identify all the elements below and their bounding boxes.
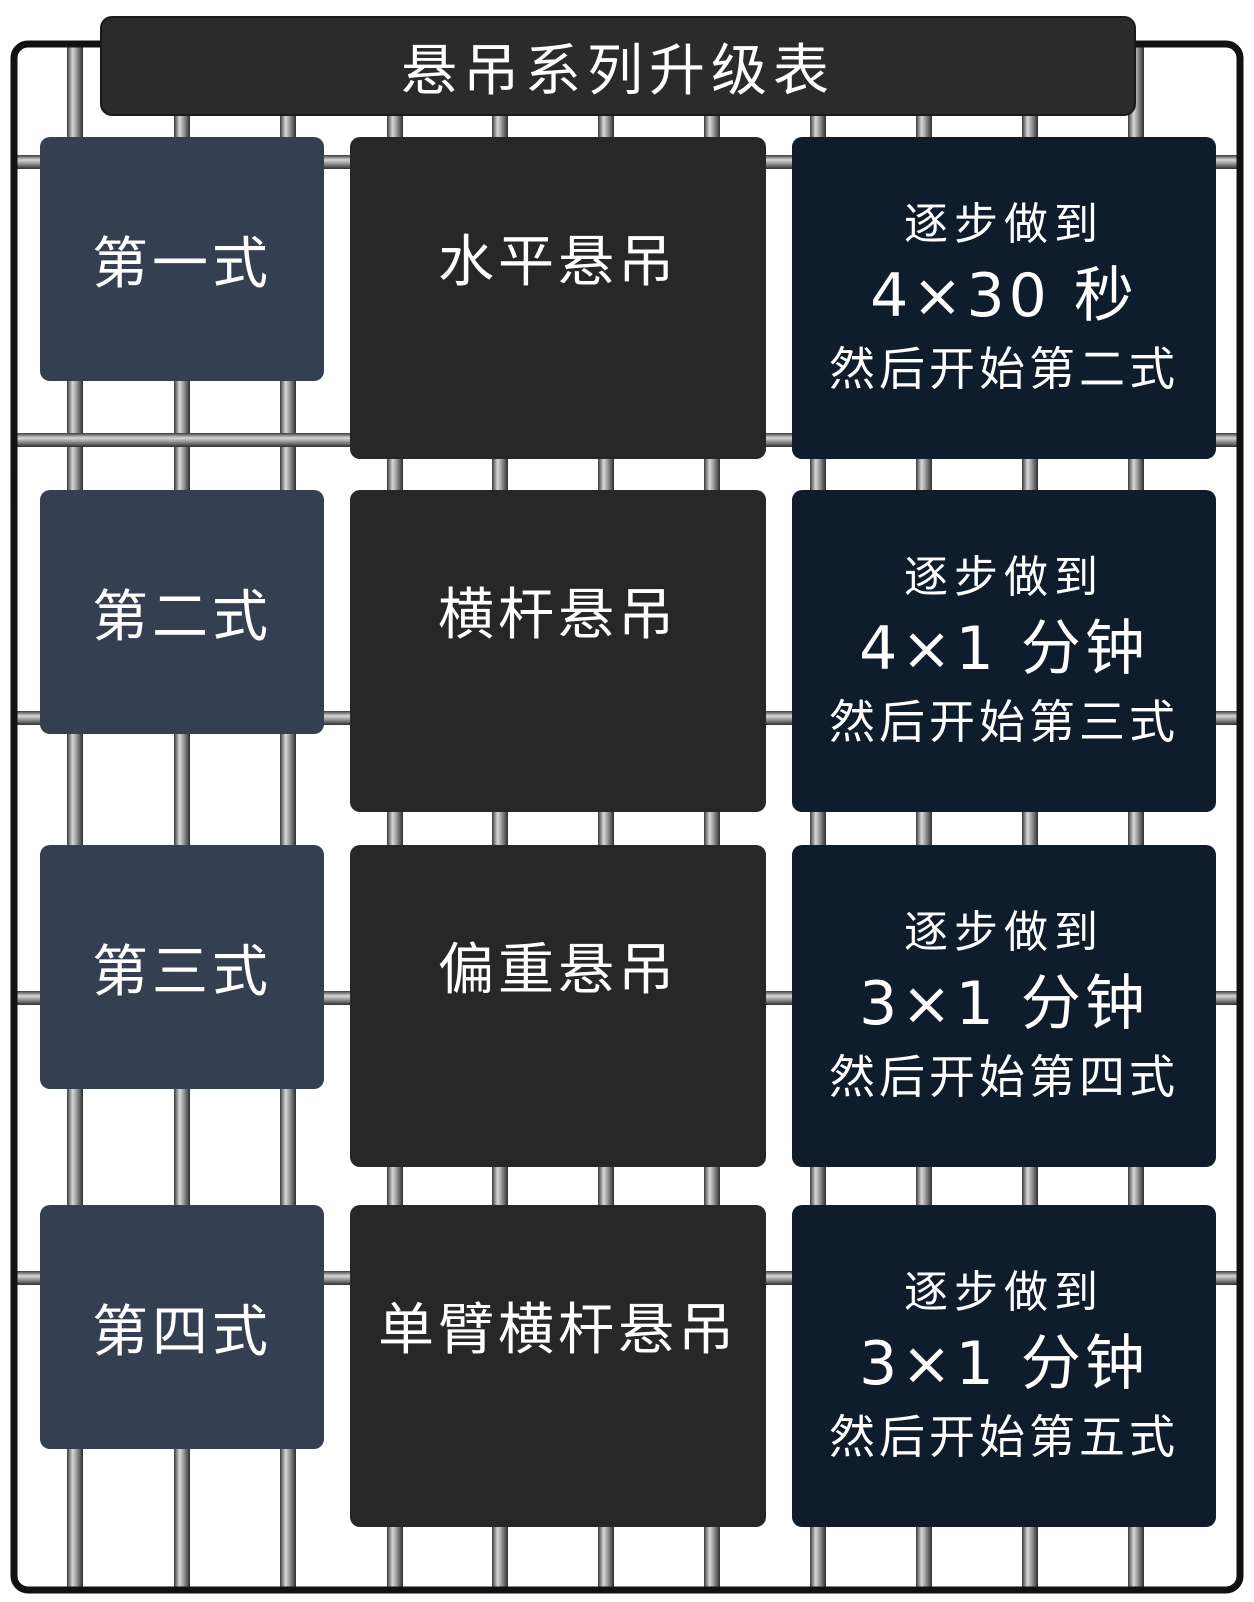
goal-value: 4×30 秒	[870, 261, 1138, 332]
exercise-name: 横杆悬吊	[350, 490, 766, 812]
stage-label: 第三式	[40, 845, 324, 1089]
page-title: 悬吊系列升级表	[102, 18, 1134, 114]
goal-next-step: 然后开始第三式	[829, 695, 1179, 750]
goal-next-step: 然后开始第四式	[829, 1050, 1179, 1105]
goal-card: 逐步做到 4×1 分钟 然后开始第三式	[792, 490, 1216, 812]
goal-card: 逐步做到 4×30 秒 然后开始第二式	[792, 137, 1216, 459]
goal-value: 4×1 分钟	[859, 614, 1149, 685]
goal-intro: 逐步做到	[904, 199, 1104, 250]
stage-label: 第四式	[40, 1205, 324, 1449]
exercise-name: 偏重悬吊	[350, 845, 766, 1167]
goal-next-step: 然后开始第二式	[829, 342, 1179, 397]
goal-value: 3×1 分钟	[859, 1329, 1149, 1400]
stage-label: 第二式	[40, 490, 324, 734]
goal-value: 3×1 分钟	[859, 969, 1149, 1040]
goal-next-step: 然后开始第五式	[829, 1410, 1179, 1465]
goal-intro: 逐步做到	[904, 907, 1104, 958]
goal-intro: 逐步做到	[904, 1267, 1104, 1318]
goal-intro: 逐步做到	[904, 552, 1104, 603]
exercise-name: 水平悬吊	[350, 137, 766, 459]
goal-card: 逐步做到 3×1 分钟 然后开始第五式	[792, 1205, 1216, 1527]
goal-card: 逐步做到 3×1 分钟 然后开始第四式	[792, 845, 1216, 1167]
exercise-name: 单臂横杆悬吊	[350, 1205, 766, 1527]
stage-label: 第一式	[40, 137, 324, 381]
